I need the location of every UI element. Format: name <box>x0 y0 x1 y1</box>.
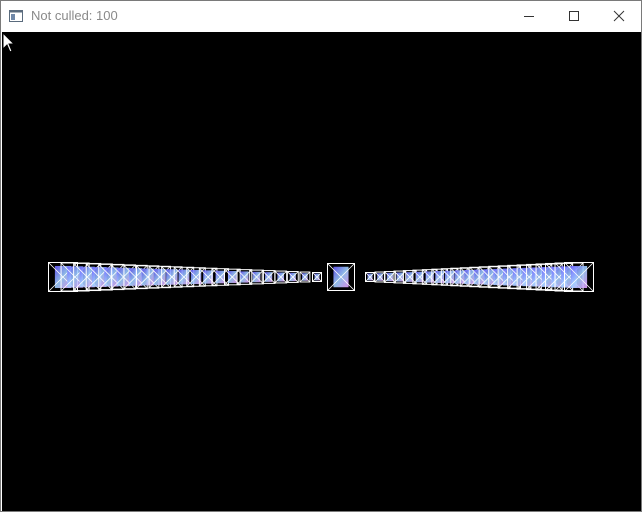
render-viewport[interactable] <box>2 32 641 511</box>
wireframe-cube <box>365 272 375 282</box>
wireframe-cube <box>286 271 299 283</box>
close-button[interactable] <box>596 1 641 31</box>
wireframe-cube <box>312 272 322 282</box>
app-window: Not culled: 100 <box>0 0 642 512</box>
title-bar[interactable]: Not culled: 100 <box>1 1 641 31</box>
mouse-pointer-icon <box>2 32 16 53</box>
wireframe-cube <box>327 263 355 291</box>
wireframe-cube <box>261 270 276 284</box>
window-title: Not culled: 100 <box>31 8 118 23</box>
minimize-icon <box>523 16 534 17</box>
close-icon <box>613 10 624 22</box>
maximize-button[interactable] <box>551 1 596 31</box>
wireframe-cube <box>374 271 386 283</box>
wireframe-cube <box>224 268 241 286</box>
wireframe-cube <box>186 267 206 287</box>
app-icon <box>9 10 23 22</box>
wireframe-cube <box>299 271 311 283</box>
minimize-button[interactable] <box>506 1 551 31</box>
cube-scene <box>48 262 594 292</box>
wireframe-cube <box>274 270 288 284</box>
maximize-icon <box>568 11 579 21</box>
